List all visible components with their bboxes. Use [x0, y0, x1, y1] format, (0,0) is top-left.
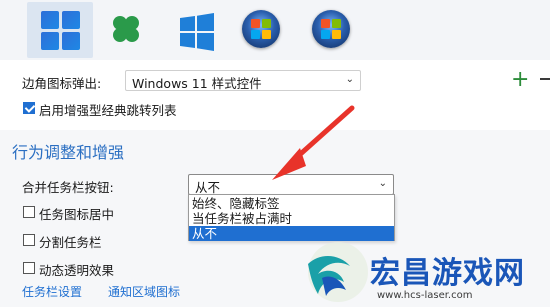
- watermark-title: 宏昌游戏网: [370, 256, 525, 291]
- watermark-url: www.hcs-laser.com: [377, 290, 473, 301]
- watermark-logo-icon: [308, 242, 368, 302]
